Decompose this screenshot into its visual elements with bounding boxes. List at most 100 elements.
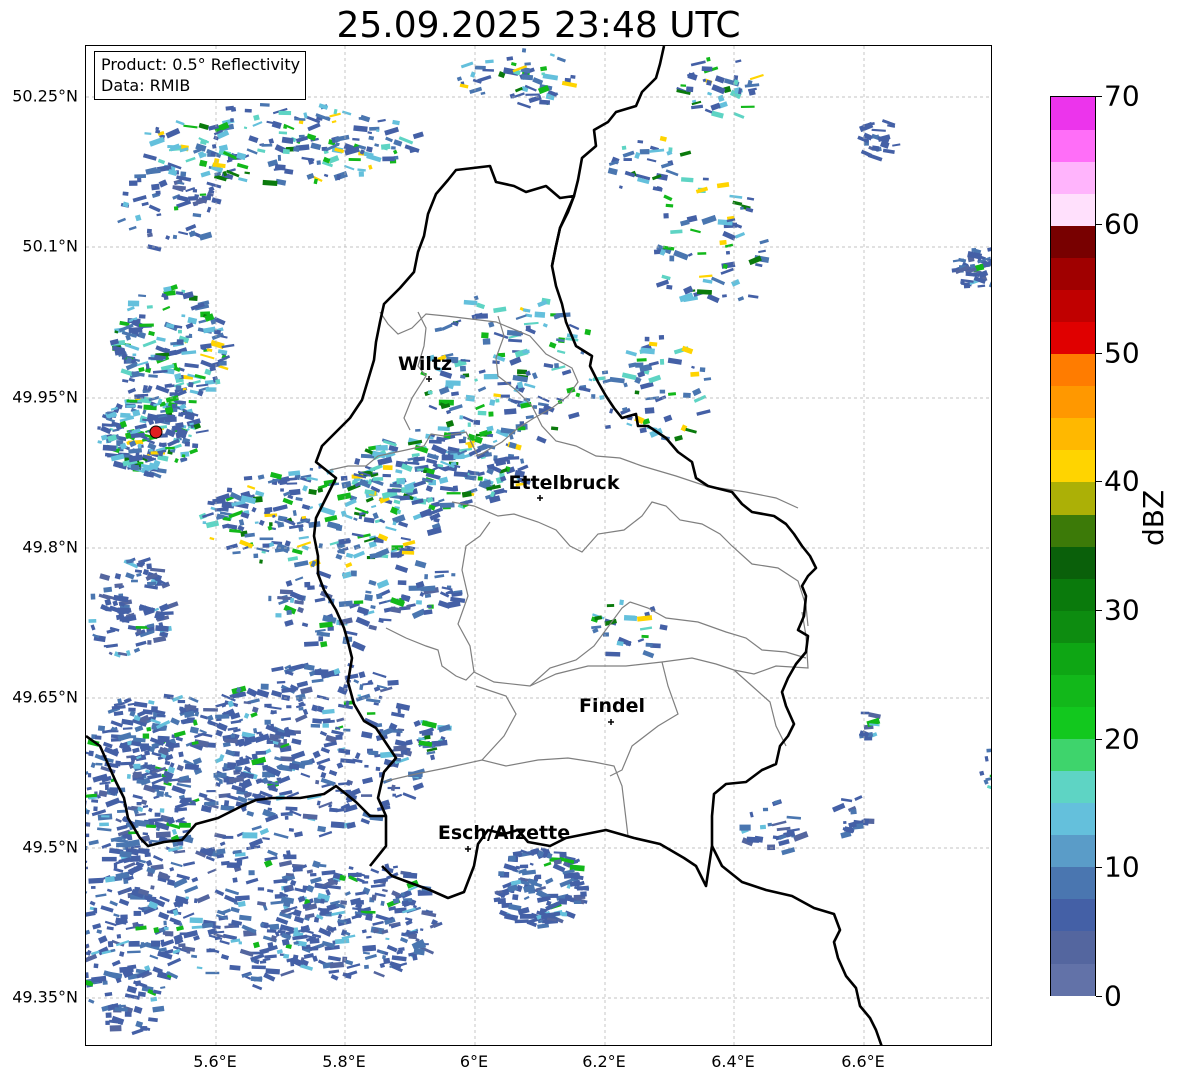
radar-echo-pixel [183,124,198,129]
radar-echo-pixel [504,408,517,415]
radar-echo-pixel [251,965,266,970]
district-boundary [451,501,809,627]
radar-echo-pixel [380,900,385,906]
radar-echo-pixel [400,537,411,541]
radar-echo-pixel [107,940,114,948]
radar-echo-pixel [323,173,329,178]
radar-echo-pixel [401,550,415,555]
radar-echo-pixel [274,164,286,171]
radar-site-marker[interactable] [149,425,163,439]
radar-echo-pixel [556,349,566,354]
radar-echo-pixel [292,510,297,517]
radar-echo-pixel [368,164,373,170]
radar-echo-pixel [198,733,202,736]
radar-echo-pixel [189,726,199,734]
radar-echo-pixel [178,943,186,948]
radar-echo-pixel [291,738,302,745]
radar-echo-pixel [357,168,366,172]
radar-echo-pixel [670,229,683,234]
radar-echo-pixel [229,964,241,971]
radar-echo-pixel [388,445,399,453]
colorbar-segment [1051,546,1095,579]
radar-echo-pixel [399,937,409,944]
radar-echo-pixel [239,914,252,922]
radar-echo-pixel [124,993,140,1000]
radar-echo-pixel [138,294,147,298]
lat-tick-label: 49.8°N [22,537,78,557]
colorbar-tick-mark [1096,996,1102,997]
radar-echo-pixel [330,821,345,829]
radar-echo-pixel [588,378,593,382]
radar-echo-pixel [687,72,698,81]
radar-echo-pixel [103,644,109,648]
radar-echo-pixel [86,953,98,963]
radar-echo-pixel [133,910,142,916]
radar-echo-pixel [127,300,140,307]
radar-echo-pixel [451,573,456,577]
radar-echo-pixel [316,800,321,806]
radar-echo-pixel [356,606,370,616]
radar-echo-pixel [205,855,215,862]
radar-echo-pixel [141,201,149,207]
radar-echo-pixel [328,769,338,777]
radar-echo-pixel [986,785,991,793]
radar-echo-pixel [293,915,305,924]
radar-map[interactable]: Wiltz Ettelbruck Findel Esch/Alzette [86,46,992,1046]
radar-echo-pixel [173,730,186,738]
radar-echo-pixel [539,99,551,105]
radar-echo-pixel [147,640,152,645]
radar-echo-pixel [963,282,971,289]
radar-echo-pixel [169,866,175,872]
radar-echo-pixel [424,574,428,580]
radar-echo-pixel [699,274,713,278]
colorbar-segment [1051,225,1095,258]
radar-echo-pixel [155,129,161,134]
radar-echo-pixel [230,118,234,122]
radar-echo-pixel [126,399,138,403]
radar-echo-pixel [210,151,216,157]
radar-echo-pixel [310,723,321,728]
radar-echo-pixel [131,579,138,583]
radar-echo-pixel [159,442,167,447]
radar-echo-pixel [285,806,298,811]
radar-echo-pixel [243,126,248,130]
city-esch-alzette[interactable]: Esch/Alzette [438,822,570,852]
radar-echo-pixel [133,763,141,769]
map-frame[interactable]: Wiltz Ettelbruck Findel Esch/Alzette [85,45,992,1046]
radar-echo-pixel [108,651,113,656]
radar-echo-pixel [735,59,742,64]
radar-echo-pixel [197,389,204,397]
radar-echo-pixel [86,866,89,870]
radar-echo-pixel [148,699,155,705]
radar-echo-pixel [400,892,406,897]
colorbar-segment [1051,834,1095,868]
city-ettelbruck[interactable]: Ettelbruck [509,472,620,501]
radar-echo-pixel [351,640,366,652]
colorbar-segment [1051,578,1095,611]
radar-echo-pixel [584,328,592,336]
radar-echo-pixel [207,868,217,875]
city-findel[interactable]: Findel [579,695,645,725]
radar-echo-pixel [280,488,284,492]
radar-echo-pixel [452,485,459,492]
radar-echo-pixel [253,114,260,121]
radar-echo-pixel [86,844,88,851]
radar-echo-pixel [516,369,528,375]
colorbar-tick-label: 30 [1104,593,1140,627]
radar-echo-pixel [113,862,118,869]
colorbar-segment [1051,257,1095,290]
radar-echo-pixel [130,464,140,471]
radar-echo-pixel [706,56,711,62]
radar-echo-pixel [356,877,365,884]
radar-echo-pixel [690,371,700,377]
radar-echo-pixel [176,764,184,772]
radar-echo-pixel [151,940,161,947]
city-marker-ettelbruck [537,495,543,501]
radar-echo-pixel [749,811,754,818]
radar-echo-pixel [357,694,361,697]
radar-echo-pixel [716,182,730,189]
radar-echo-pixel [185,156,196,163]
radar-echo-pixel [365,698,381,704]
radar-echo-pixel [277,154,282,161]
radar-echo-pixel [639,381,654,390]
